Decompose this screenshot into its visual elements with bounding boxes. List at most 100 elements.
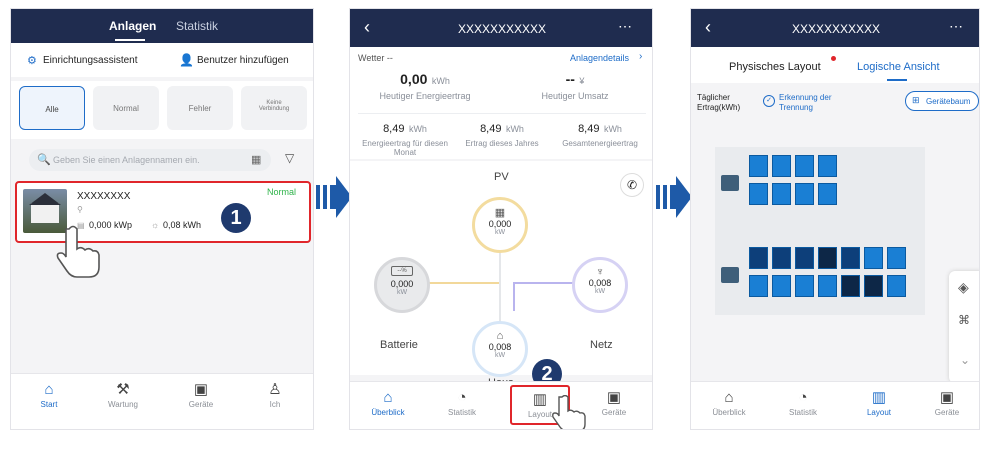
device-icon: ▣ <box>939 389 955 406</box>
more-icon[interactable]: ⋯ <box>949 18 963 35</box>
tab-devices[interactable]: ▣ Geräte <box>171 380 231 409</box>
pv-module[interactable] <box>864 275 883 297</box>
tab-devices[interactable]: ▣ Geräte <box>584 388 644 417</box>
pv-module[interactable] <box>749 247 768 269</box>
pv-module[interactable] <box>841 275 860 297</box>
filter-funnel-icon[interactable]: ▽ <box>285 151 294 165</box>
tab-devices-label: Geräte <box>188 400 214 409</box>
tab-plants-underline <box>115 39 145 41</box>
header-bar: ‹ XXXXXXXXXXX ⋯ <box>350 9 652 47</box>
tab-statistics-label: Statistik <box>788 408 817 417</box>
tab-overview[interactable]: ⌂ Überblick <box>358 388 418 417</box>
pv-module[interactable] <box>841 247 860 269</box>
search-placeholder: Geben Sie einen Anlagennamen ein. <box>53 155 200 165</box>
tab-statistics[interactable]: Statistik <box>176 19 218 33</box>
inverter-icon[interactable] <box>721 267 739 283</box>
pv-module[interactable] <box>818 275 837 297</box>
pv-module[interactable] <box>818 247 837 269</box>
pv-module[interactable] <box>772 183 791 205</box>
pv-module[interactable] <box>887 247 906 269</box>
battery-node[interactable]: --% 0,000 kW <box>374 257 430 313</box>
tab-me[interactable]: ♙ Ich <box>245 380 305 409</box>
pv-module[interactable] <box>795 155 814 177</box>
pv-module[interactable] <box>795 183 814 205</box>
tab-layout-label: Layout <box>866 408 892 417</box>
pv-module[interactable] <box>795 247 814 269</box>
stat-year-value: 8,49 <box>480 123 502 135</box>
screen-layout: ‹ XXXXXXXXXXX ⋯ Physisches Layout Logisc… <box>690 8 980 430</box>
power-tower-icon: ♆ <box>595 266 605 278</box>
today-yield-value: 0,00 <box>400 71 428 87</box>
pv-module[interactable] <box>749 275 768 297</box>
today-revenue-label: Heutiger Umsatz <box>541 91 609 101</box>
battery-label: Batterie <box>380 339 418 351</box>
detection-button[interactable]: Erkennung der Trennung <box>779 93 849 113</box>
tab-statistics[interactable]: ◔ Statistik <box>773 388 833 417</box>
device-icon: ▣ <box>606 389 622 406</box>
more-icon[interactable]: ⋯ <box>618 18 632 35</box>
solar-panel-icon: ▦ <box>494 207 506 219</box>
house-value: 0,008 <box>488 342 512 352</box>
pv-module[interactable] <box>772 247 791 269</box>
pv-module[interactable] <box>749 183 768 205</box>
pv-module[interactable] <box>749 155 768 177</box>
tab-layout[interactable]: ▥ Layout <box>849 388 909 417</box>
tab-devices-label: Geräte <box>934 408 960 417</box>
tab-overview[interactable]: ⌂ Überblick <box>699 388 759 417</box>
pv-module[interactable] <box>772 275 791 297</box>
tab-plants[interactable]: Anlagen <box>109 19 156 33</box>
pv-module[interactable] <box>864 247 883 269</box>
chevron-down-icon[interactable]: ⌄ <box>960 353 970 367</box>
filter-all[interactable]: Alle <box>19 86 85 130</box>
device-tree-button[interactable]: ⊞ Gerätebaum <box>905 91 979 111</box>
house-node[interactable]: ⌂ 0,008 kW <box>472 321 528 377</box>
tab-physical-layout[interactable]: Physisches Layout <box>729 61 821 73</box>
stat-month-label: Energieertrag für diesen Monat <box>362 139 448 157</box>
header-bar: ‹ XXXXXXXXXXX ⋯ <box>691 9 979 47</box>
user-icon: ♙ <box>268 381 282 398</box>
pie-chart-icon: ◔ <box>457 389 467 406</box>
details-link[interactable]: Anlagendetails <box>570 53 629 63</box>
pv-module[interactable] <box>818 155 837 177</box>
tab-devices[interactable]: ▣ Geräte <box>917 388 977 417</box>
pv-node[interactable]: ▦ 0,000 kW <box>472 197 528 253</box>
plant-yield: 0,08 kWh <box>163 220 202 230</box>
call-button[interactable]: ✆ <box>620 173 644 197</box>
back-icon[interactable]: ‹ <box>364 17 370 38</box>
layout-canvas[interactable] <box>715 147 925 315</box>
pv-module[interactable] <box>795 275 814 297</box>
scan-icon[interactable]: ▦ <box>251 153 261 166</box>
layers-icon[interactable]: ◈ <box>958 279 969 296</box>
view-tabs: Physisches Layout Logische Ansicht <box>691 47 979 83</box>
tab-maintenance[interactable]: ⚒ Wartung <box>93 380 153 409</box>
filter-error[interactable]: Fehler <box>167 86 233 130</box>
tap-hand-icon <box>55 223 101 279</box>
device-icon: ▣ <box>193 381 209 398</box>
tab-start[interactable]: ⌂ Start <box>19 380 79 409</box>
home-icon: ⌂ <box>724 389 734 406</box>
grid-node[interactable]: ♆ 0,008 kW <box>572 257 628 313</box>
back-icon[interactable]: ‹ <box>705 17 711 38</box>
pv-module[interactable] <box>772 155 791 177</box>
battery-icon: --% <box>391 266 413 276</box>
filter-normal[interactable]: Normal <box>93 86 159 130</box>
pv-module[interactable] <box>887 275 906 297</box>
tab-maintenance-label: Wartung <box>108 400 138 409</box>
pv-module[interactable] <box>818 183 837 205</box>
collapse-icon[interactable]: ⌘ <box>958 313 970 327</box>
wizard-button[interactable]: Einrichtungsassistent <box>43 55 138 66</box>
tab-overview-label: Überblick <box>712 408 746 417</box>
tab-logical-view[interactable]: Logische Ansicht <box>857 61 940 73</box>
grid-unit: kW <box>594 288 606 295</box>
tab-devices-label: Geräte <box>601 408 627 417</box>
house-unit: kW <box>494 352 506 359</box>
add-user-button[interactable]: Benutzer hinzufügen <box>197 55 289 66</box>
stat-year-label: Ertrag dieses Jahres <box>465 139 539 148</box>
search-input[interactable]: 🔍 Geben Sie einen Anlagennamen ein. ▦ <box>29 149 271 171</box>
inverter-icon[interactable] <box>721 175 739 191</box>
filter-offline[interactable]: Keine Verbindung <box>241 86 307 130</box>
notification-dot <box>831 56 836 61</box>
tab-statistics[interactable]: ◔ Statistik <box>432 388 492 417</box>
location-icon: ⚲ <box>77 205 83 214</box>
today-yield-label: Heutiger Energieertrag <box>379 91 471 101</box>
